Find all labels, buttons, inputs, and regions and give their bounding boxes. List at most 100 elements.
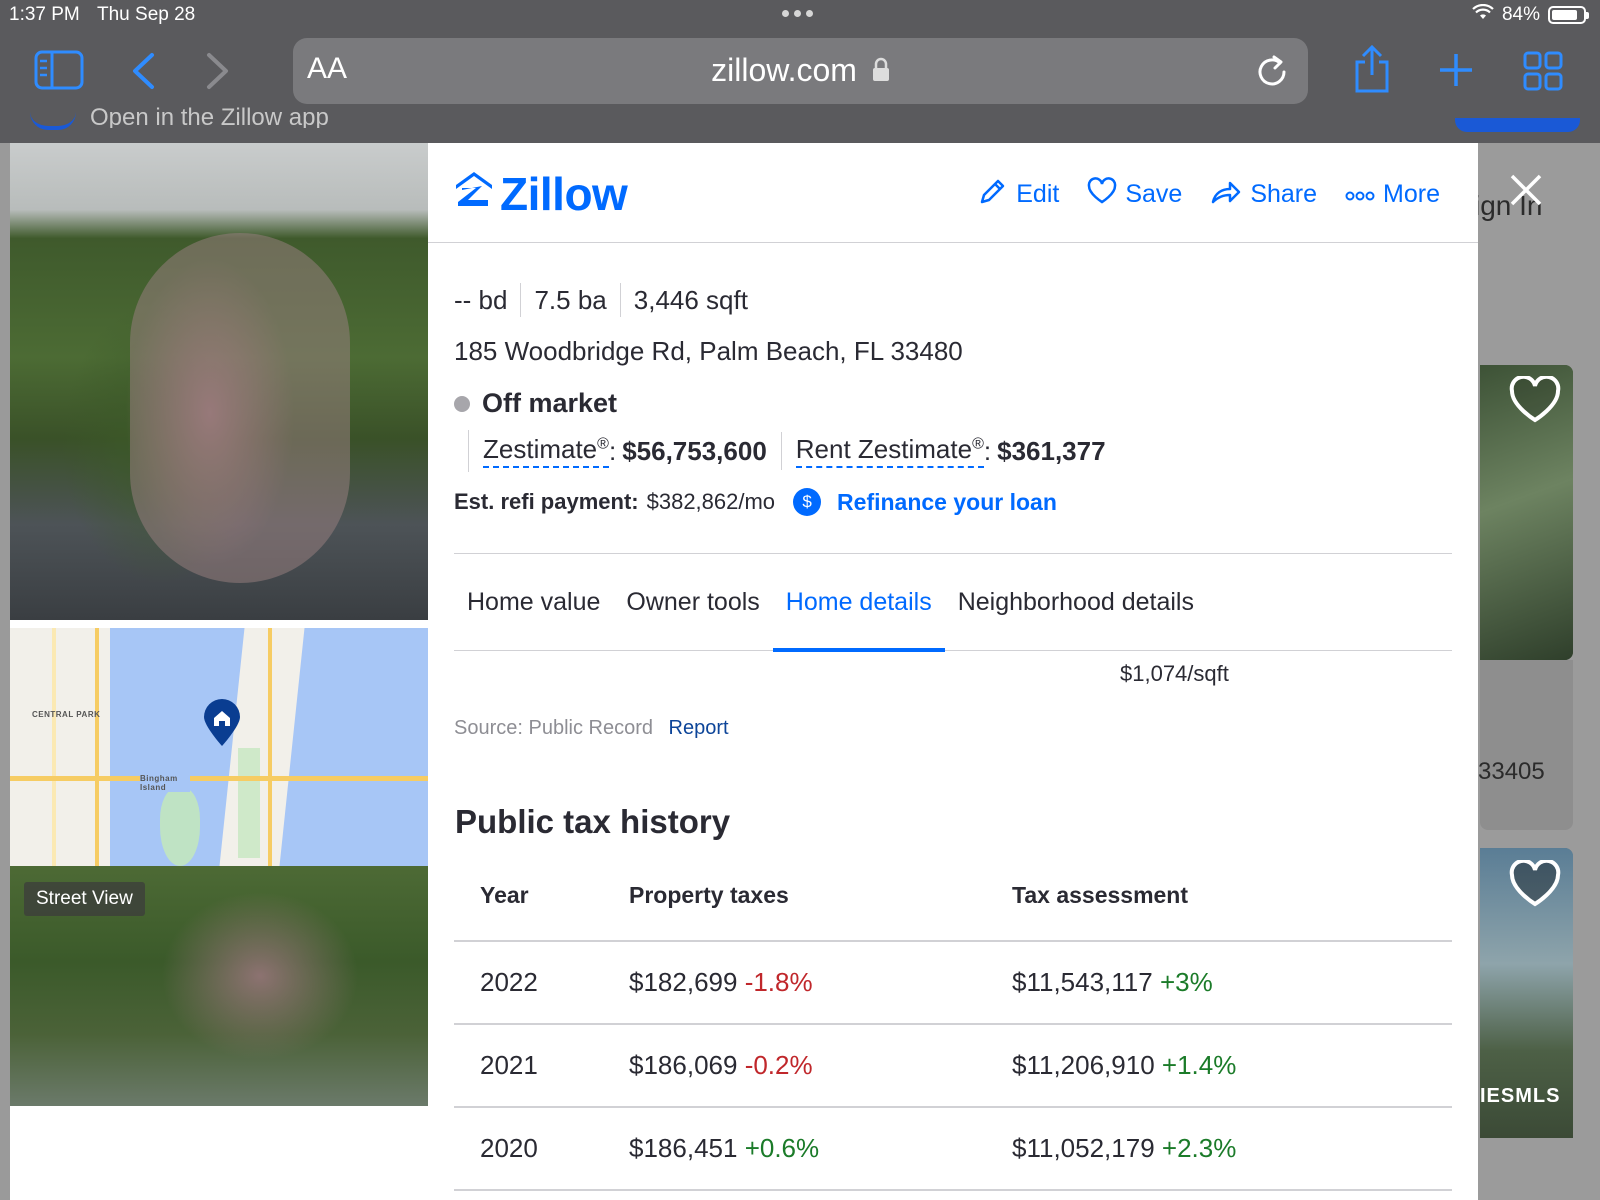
- tabs-overview-icon[interactable]: [1523, 51, 1563, 91]
- property-map[interactable]: CENTRAL PARK Bingham Island: [10, 628, 428, 866]
- refi-row: Est. refi payment: $382,862/mo $ Refinan…: [454, 488, 1057, 516]
- street-view[interactable]: Street View: [10, 866, 428, 1106]
- tax-change: -1.8%: [744, 967, 813, 997]
- close-icon[interactable]: [1508, 172, 1544, 213]
- assessment-cell: $11,052,179 +2.3%: [1012, 1133, 1237, 1163]
- rent-zestimate-label[interactable]: Rent Zestimate®: [795, 434, 984, 468]
- table-header: Year Property taxes Tax assessment: [454, 850, 1452, 942]
- table-row: 2020 $186,451 +0.6% $11,052,179 +2.3%: [454, 1108, 1452, 1191]
- property-tax-cell: $182,699 -1.8%: [629, 967, 813, 997]
- wifi-icon: [1472, 3, 1494, 26]
- source-label: Source: Public Record: [454, 717, 653, 739]
- share-button[interactable]: Share: [1210, 176, 1317, 213]
- tax-year: 2022: [480, 967, 538, 997]
- refi-label: Est. refi payment:: [454, 489, 639, 514]
- more-dots-icon: [1345, 180, 1375, 209]
- tab-home-details[interactable]: Home details: [772, 554, 945, 652]
- forward-icon[interactable]: [205, 52, 231, 90]
- property-tax-cell: $186,451 +0.6%: [629, 1133, 820, 1163]
- assessment-cell: $11,543,117 +3%: [1012, 967, 1213, 997]
- header-actions: Edit Save Share More: [978, 176, 1440, 213]
- new-tab-icon[interactable]: [1438, 52, 1474, 88]
- column-header: Tax assessment: [1012, 881, 1189, 908]
- street-view-label: Street View: [24, 882, 145, 916]
- mls-logo: IESMLS: [1480, 1085, 1561, 1107]
- square-feet: 3,446 sqft: [633, 284, 748, 315]
- tax-year: 2020: [480, 1133, 538, 1163]
- background-listing-card: [1480, 660, 1573, 830]
- column-header: Property taxes: [629, 881, 789, 908]
- property-photo[interactable]: [10, 143, 428, 620]
- refi-value: $382,862/mo: [646, 489, 776, 514]
- browser-chrome: 1:37 PM Thu Sep 28 84% AA zillow.com Ope…: [0, 0, 1600, 143]
- tax-change: +0.6%: [744, 1133, 820, 1163]
- market-status: Off market: [454, 388, 617, 419]
- assessment-change: +3%: [1159, 967, 1213, 997]
- status-text: Off market: [482, 388, 618, 418]
- zillow-logo[interactable]: Zillow: [454, 167, 628, 221]
- zillow-mark-icon: [454, 167, 494, 221]
- heart-icon: [1087, 177, 1117, 212]
- baths: 7.5 ba: [534, 284, 607, 315]
- media-column: CENTRAL PARK Bingham Island Street View: [10, 143, 428, 1200]
- battery-percent: 84%: [1501, 4, 1540, 25]
- edit-button[interactable]: Edit: [978, 176, 1059, 213]
- property-address: 185 Woodbridge Rd, Palm Beach, FL 33480: [454, 336, 963, 366]
- price-per-sqft: $1,074/sqft: [1120, 661, 1229, 686]
- map-label: Bingham Island: [140, 774, 190, 792]
- status-time: 1:37 PM: [9, 4, 80, 25]
- tab-home-value[interactable]: Home value: [454, 554, 613, 650]
- report-link[interactable]: Report: [669, 717, 729, 739]
- dollar-icon: $: [793, 488, 822, 516]
- tax-change: -0.2%: [744, 1050, 813, 1080]
- share-icon: [1210, 177, 1242, 212]
- more-button[interactable]: More: [1345, 176, 1440, 213]
- home-facts: -- bd 7.5 ba 3,446 sqft: [454, 283, 748, 317]
- lock-icon: [872, 54, 890, 91]
- url-text: zillow.com: [293, 52, 1308, 91]
- tab-neighborhood-details[interactable]: Neighborhood details: [945, 554, 1207, 650]
- refinance-link[interactable]: Refinance your loan: [837, 489, 1057, 516]
- tax-history-table: Year Property taxes Tax assessment 2022 …: [454, 850, 1452, 1191]
- source-line: Source: Public Record Report: [454, 717, 729, 740]
- address-bar[interactable]: AA zillow.com: [293, 38, 1308, 104]
- property-tax-cell: $186,069 -0.2%: [629, 1050, 813, 1080]
- app-banner-icon: [30, 112, 76, 130]
- background-listing-zip: 33405: [1478, 758, 1545, 785]
- pencil-icon: [978, 176, 1008, 213]
- multitasking-dots[interactable]: [782, 10, 813, 17]
- rent-zestimate-value: $361,377: [997, 435, 1106, 466]
- status-date: Thu Sep 28: [97, 4, 196, 25]
- status-dot-icon: [454, 395, 470, 412]
- column-header: Year: [480, 881, 529, 908]
- assessment-cell: $11,206,910 +1.4%: [1012, 1050, 1237, 1080]
- table-row: 2021 $186,069 -0.2% $11,206,910 +1.4%: [454, 1025, 1452, 1108]
- detail-tabs: Home value Owner tools Home details Neig…: [454, 553, 1452, 652]
- heart-icon: [1508, 858, 1562, 913]
- background-page-left: [0, 143, 10, 1200]
- share-sheet-icon[interactable]: [1352, 44, 1392, 94]
- zestimate-label[interactable]: Zestimate®: [483, 434, 609, 468]
- heart-icon: [1508, 374, 1562, 429]
- modal-header: Zillow Edit Save Share More: [428, 143, 1478, 243]
- open-in-app-text[interactable]: Open in the Zillow app: [90, 104, 329, 128]
- home-pin-icon[interactable]: [202, 698, 242, 753]
- back-icon[interactable]: [130, 52, 156, 90]
- save-button[interactable]: Save: [1087, 176, 1182, 213]
- sidebar-toggle-icon[interactable]: [34, 50, 84, 90]
- tax-year: 2021: [480, 1050, 538, 1080]
- home-details-modal: Zillow Edit Save Share More -- bd 7.5 ba: [428, 143, 1478, 1200]
- reload-icon[interactable]: [1256, 52, 1290, 93]
- beds: -- bd: [454, 284, 508, 315]
- tax-history-title: Public tax history: [455, 803, 731, 840]
- map-label: CENTRAL PARK: [32, 710, 101, 719]
- assessment-change: +2.3%: [1161, 1133, 1237, 1163]
- status-indicators: 84%: [1472, 3, 1589, 26]
- open-app-button[interactable]: [1455, 118, 1580, 132]
- assessment-change: +1.4%: [1161, 1050, 1237, 1080]
- table-row: 2022 $182,699 -1.8% $11,543,117 +3%: [454, 942, 1452, 1025]
- tab-owner-tools[interactable]: Owner tools: [613, 554, 772, 650]
- battery-icon: [1548, 6, 1589, 24]
- zestimate-row: Zestimate®: $56,753,600 Rent Zestimate®:…: [468, 430, 1106, 472]
- zestimate-value: $56,753,600: [622, 435, 767, 466]
